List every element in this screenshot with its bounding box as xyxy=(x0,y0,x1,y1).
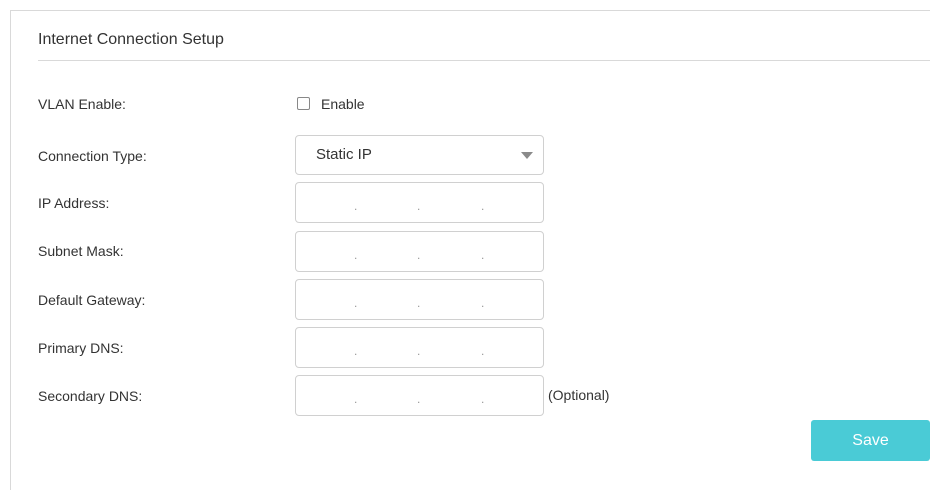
ip-octet-separator: . xyxy=(417,199,421,213)
ip-address-label: IP Address: xyxy=(38,195,110,211)
ip-octet-separator: . xyxy=(481,199,485,213)
secondary-dns-label: Secondary DNS: xyxy=(38,388,143,404)
ip-octet-separator: . xyxy=(354,296,358,310)
ip-octet-separator: . xyxy=(481,296,485,310)
connection-type-label: Connection Type: xyxy=(38,148,147,164)
primary-dns-input[interactable]: . . . xyxy=(295,327,544,368)
ip-octet-separator: . xyxy=(354,248,358,262)
ip-octet-separator: . xyxy=(481,248,485,262)
secondary-dns-input[interactable]: . . . xyxy=(295,375,544,416)
vlan-enable-label: VLAN Enable: xyxy=(38,96,126,112)
ip-address-input[interactable]: . . . xyxy=(295,182,544,223)
ip-octet-separator: . xyxy=(417,296,421,310)
connection-type-select[interactable]: Static IP xyxy=(295,135,544,175)
vlan-enable-checkbox-label[interactable]: Enable xyxy=(321,96,365,112)
default-gateway-input[interactable]: . . . xyxy=(295,279,544,320)
ip-octet-separator: . xyxy=(417,392,421,406)
default-gateway-label: Default Gateway: xyxy=(38,292,146,308)
connection-type-value: Static IP xyxy=(316,146,372,163)
secondary-dns-optional-note: (Optional) xyxy=(548,387,610,403)
save-button[interactable]: Save xyxy=(811,420,930,461)
ip-octet-separator: . xyxy=(354,199,358,213)
title-divider xyxy=(38,60,930,61)
subnet-mask-label: Subnet Mask: xyxy=(38,243,124,259)
ip-octet-separator: . xyxy=(354,344,358,358)
ip-octet-separator: . xyxy=(417,344,421,358)
ip-octet-separator: . xyxy=(354,392,358,406)
ip-octet-separator: . xyxy=(481,344,485,358)
primary-dns-label: Primary DNS: xyxy=(38,340,124,356)
ip-octet-separator: . xyxy=(481,392,485,406)
vlan-enable-checkbox[interactable] xyxy=(297,97,310,110)
subnet-mask-input[interactable]: . . . xyxy=(295,231,544,272)
chevron-down-icon xyxy=(521,152,533,159)
section-title: Internet Connection Setup xyxy=(38,31,224,48)
ip-octet-separator: . xyxy=(417,248,421,262)
